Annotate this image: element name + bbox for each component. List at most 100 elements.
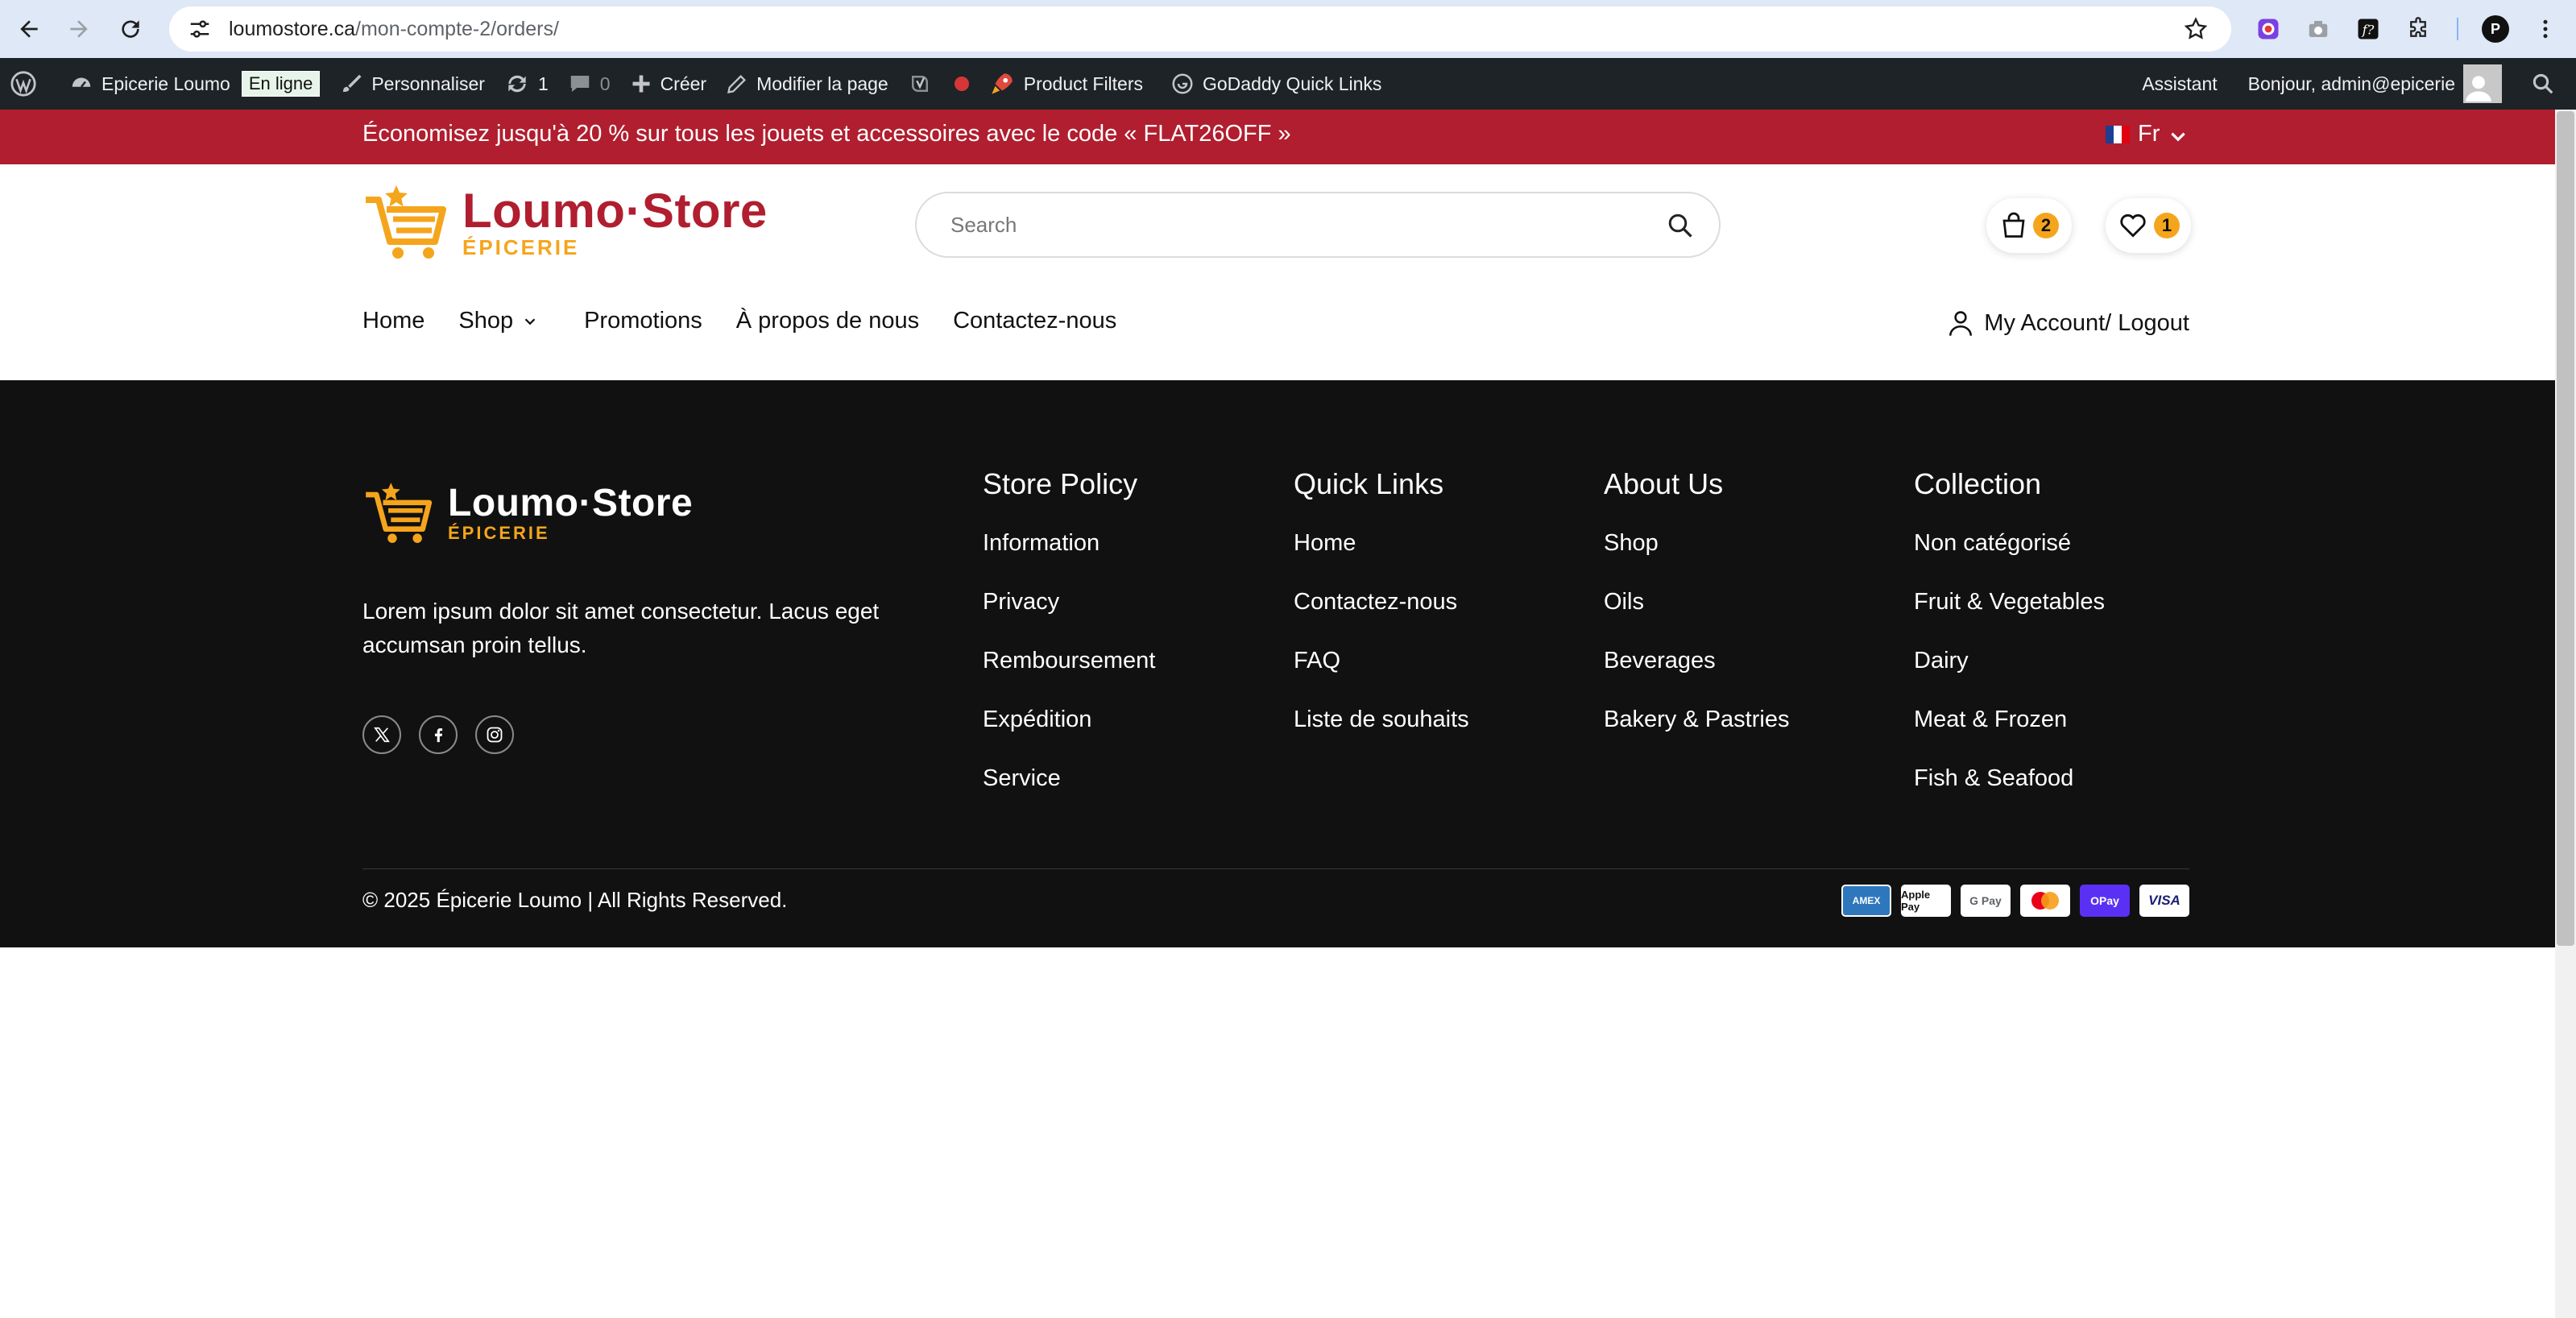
footer-link[interactable]: Beverages	[1604, 648, 1789, 707]
nav-promotions[interactable]: Promotions	[584, 308, 702, 334]
heart-icon	[2120, 213, 2146, 238]
admin-product-filters-label: Product Filters	[1023, 73, 1143, 94]
footer-link[interactable]: Dairy	[1914, 648, 2105, 707]
chevron-down-icon	[2171, 132, 2186, 142]
admin-search-icon[interactable]	[2512, 58, 2576, 110]
status-badge: En ligne	[241, 71, 321, 97]
language-label: Fr	[2138, 121, 2160, 147]
amex-icon: AMEX	[1841, 885, 1891, 917]
footer-column-store-policy: Store Policy Information Privacy Rembour…	[983, 467, 1155, 824]
footer-description: Lorem ipsum dolor sit amet consectetur. …	[362, 599, 880, 657]
admin-comments[interactable]: 0	[558, 58, 620, 110]
site-header: Loumo·Store ÉPICERIE Search 2 1 Home Sho…	[0, 164, 2555, 380]
google-pay-icon: G Pay	[1961, 885, 2011, 917]
mastercard-icon	[2020, 885, 2070, 917]
svg-text:f?: f?	[2362, 22, 2375, 37]
admin-updates-count: 1	[537, 73, 549, 94]
nav-contact[interactable]: Contactez-nous	[953, 308, 1116, 334]
address-bar[interactable]: loumostore.ca/mon-compte-2/orders/	[169, 6, 2231, 52]
admin-edit-page[interactable]: Modifier la page	[716, 58, 898, 110]
footer-logo-name: Loumo·Store	[448, 482, 694, 524]
admin-updates[interactable]: 1	[495, 58, 558, 110]
copyright-text: © 2025 Épicerie Loumo | All Rights Reser…	[362, 888, 788, 912]
site-logo[interactable]: Loumo·Store ÉPICERIE	[362, 182, 768, 263]
footer-link[interactable]: Bakery & Pastries	[1604, 707, 1789, 765]
footer-link[interactable]: Remboursement	[983, 648, 1155, 707]
account-label: My Account/ Logout	[1984, 309, 2189, 336]
france-flag-icon	[2106, 125, 2130, 143]
footer-logo[interactable]: Loumo·Store ÉPICERIE	[362, 480, 693, 546]
plus-icon	[632, 75, 650, 93]
rocket-icon	[991, 73, 1013, 94]
amex-label: AMEX	[1852, 895, 1881, 906]
footer-link[interactable]: Meat & Frozen	[1914, 707, 2105, 765]
bookmark-star-icon[interactable]	[2183, 16, 2209, 42]
footer-divider	[362, 868, 2189, 869]
footer-link[interactable]: FAQ	[1294, 648, 1469, 707]
footer-column-quick-links: Quick Links Home Contactez-nous FAQ List…	[1294, 467, 1469, 765]
facebook-icon[interactable]	[419, 715, 458, 754]
footer-link[interactable]: Fruit & Vegetables	[1914, 589, 2105, 648]
cart-button[interactable]: 2	[1986, 198, 2072, 253]
site-footer: Loumo·Store ÉPICERIE Lorem ipsum dolor s…	[0, 380, 2555, 947]
instagram-icon[interactable]	[475, 715, 514, 754]
back-button[interactable]	[5, 5, 53, 53]
footer-link[interactable]: Home	[1294, 530, 1469, 589]
footer-link[interactable]: Oils	[1604, 589, 1789, 648]
extensions-puzzle-icon[interactable]	[2404, 15, 2433, 44]
admin-product-filters[interactable]: Product Filters	[979, 58, 1153, 110]
user-icon	[1949, 311, 1973, 336]
wordpress-logo-icon[interactable]	[0, 58, 55, 110]
admin-customize[interactable]: Personnaliser	[329, 58, 495, 110]
nav-about[interactable]: À propos de nous	[736, 308, 919, 334]
browser-menu-icon[interactable]	[2531, 15, 2560, 44]
footer-link[interactable]: Expédition	[983, 707, 1155, 765]
footer-link[interactable]: Contactez-nous	[1294, 589, 1469, 648]
color-extension-icon[interactable]	[2254, 15, 2283, 44]
visa-label: VISA	[2148, 893, 2180, 908]
account-link[interactable]: My Account/ Logout	[1947, 308, 2189, 338]
admin-yoast[interactable]	[898, 58, 979, 110]
visa-icon: VISA	[2139, 885, 2189, 917]
updates-icon	[508, 75, 526, 93]
admin-greeting: Bonjour, admin@epicerie	[2247, 73, 2455, 94]
admin-account-menu[interactable]: Bonjour, admin@epicerie	[2238, 58, 2512, 110]
font-extension-icon[interactable]: f?	[2354, 15, 2383, 44]
x-twitter-icon[interactable]	[362, 715, 401, 754]
cart-logo-icon	[366, 483, 433, 543]
profile-avatar[interactable]: P	[2481, 15, 2510, 44]
admin-site-menu[interactable]: Epicerie Loumo En ligne	[55, 58, 329, 110]
footer-logo-subtitle: ÉPICERIE	[448, 523, 550, 543]
camera-extension-icon[interactable]	[2304, 15, 2333, 44]
main-navigation: Home Shop Promotions À propos de nous Co…	[362, 308, 1150, 334]
pencil-icon	[727, 75, 747, 93]
footer-link[interactable]: Fish & Seafood	[1914, 765, 2105, 824]
search-input[interactable]: Search	[915, 192, 1721, 258]
chevron-down-icon	[524, 317, 536, 325]
cart-logo-icon	[366, 185, 446, 259]
shop-pay-icon: OPay	[2080, 885, 2130, 917]
footer-link[interactable]: Information	[983, 530, 1155, 589]
wishlist-button[interactable]: 1	[2106, 198, 2191, 253]
admin-assistant[interactable]: Assistant	[2132, 58, 2238, 110]
footer-link[interactable]: Privacy	[983, 589, 1155, 648]
wp-admin-bar: Epicerie Loumo En ligne Personnaliser 1 …	[0, 58, 2576, 110]
forward-button[interactable]	[55, 5, 103, 53]
admin-godaddy[interactable]: GoDaddy Quick Links	[1153, 58, 1391, 110]
scrollbar-thumb[interactable]	[2557, 111, 2574, 946]
site-info-icon[interactable]	[185, 15, 214, 44]
admin-assistant-label: Assistant	[2142, 73, 2218, 94]
footer-link[interactable]: Non catégorisé	[1914, 530, 2105, 589]
footer-link[interactable]: Service	[983, 765, 1155, 824]
nav-home[interactable]: Home	[362, 308, 425, 334]
reload-button[interactable]	[106, 5, 155, 53]
payment-methods: AMEX Apple Pay G Pay OPay VISA	[1832, 885, 2189, 917]
footer-link[interactable]: Shop	[1604, 530, 1789, 589]
nav-shop[interactable]: Shop	[458, 308, 539, 334]
search-icon[interactable]	[1666, 211, 1695, 240]
admin-comments-count: 0	[599, 73, 611, 94]
avatar	[2463, 64, 2502, 103]
language-switcher[interactable]: Fr	[2106, 121, 2189, 147]
footer-link[interactable]: Liste de souhaits	[1294, 707, 1469, 765]
admin-create[interactable]: Créer	[620, 58, 717, 110]
